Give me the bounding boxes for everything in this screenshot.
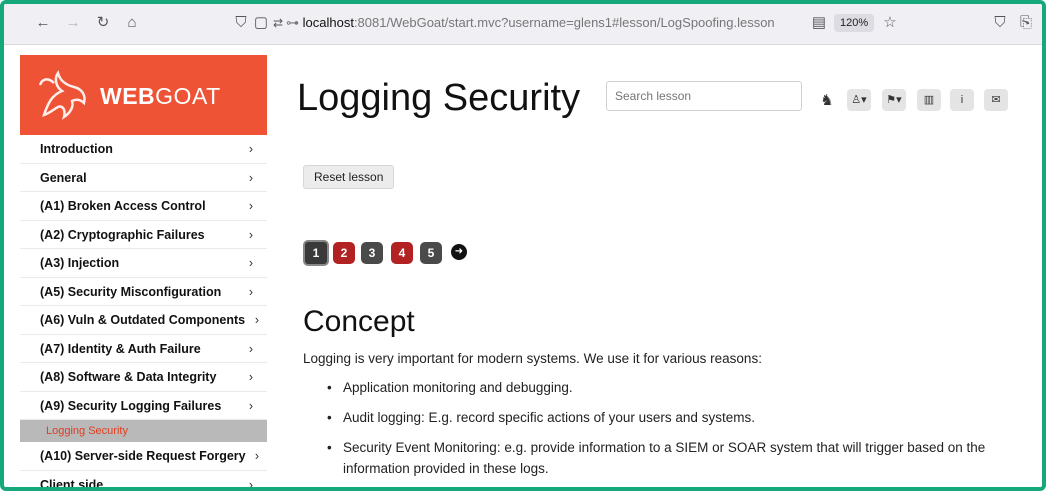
menu-item-label: (A10) Server-side Request Forgery [40, 449, 246, 463]
chevron-right-icon: › [248, 170, 253, 185]
language-flag-icon[interactable]: ⚑▾ [882, 89, 906, 111]
menu-item-label: Introduction [40, 142, 113, 156]
menu-item-introduction[interactable]: Introduction › [20, 135, 267, 164]
reader-icon[interactable]: ▤ [810, 12, 828, 34]
chevron-right-icon: › [248, 477, 253, 491]
chevron-right-icon: › [248, 370, 253, 384]
forward-icon[interactable]: → [62, 12, 84, 34]
menu-item-general[interactable]: General › [20, 164, 267, 192]
pocket-icon[interactable]: ⛉ [990, 12, 1010, 34]
browser-toolbar: ← → ↻ ⌂ ⛉ ▢ ⇄ ⊶ localhost:8081/WebGoat/s… [4, 4, 1042, 45]
chevron-right-icon: › [248, 284, 253, 299]
goat-icon[interactable]: ♞ [815, 89, 839, 113]
menu-item-a3[interactable]: (A3) Injection › [20, 249, 267, 278]
page-title: Logging Security [297, 77, 581, 119]
url-host: localhost [302, 15, 354, 30]
menu-item-a5[interactable]: (A5) Security Misconfiguration › [20, 278, 267, 306]
user-menu-icon[interactable]: ♙▾ [847, 89, 871, 111]
key-icon: ⊶ [286, 15, 303, 30]
page-button-3[interactable]: 3 [361, 242, 383, 264]
shield-icon[interactable]: ⛉ [232, 12, 250, 34]
logo-text: WEBGOAT [100, 83, 221, 110]
url-bar[interactable]: ⊶ localhost:8081/WebGoat/start.mvc?usern… [286, 12, 806, 34]
chevron-right-icon: › [248, 398, 253, 413]
main-content: Logging Security ♞ ♙▾ ⚑▾ ▥ i ✉ Reset les… [267, 55, 1042, 487]
menu-item-a2[interactable]: (A2) Cryptographic Failures › [20, 221, 267, 249]
list-item: Audit logging: E.g. record specific acti… [327, 407, 1027, 428]
page-button-2[interactable]: 2 [333, 242, 355, 264]
menu-item-label: (A8) Software & Data Integrity [40, 370, 217, 384]
lesson-menu: Introduction › General › (A1) Broken Acces… [20, 135, 267, 491]
logo-text-bold: WEB [100, 83, 156, 109]
menu-item-label: Client side [40, 477, 104, 491]
menu-item-a10[interactable]: (A10) Server-side Request Forgery › [20, 442, 267, 471]
contact-icon[interactable]: ✉ [984, 89, 1008, 111]
webgoat-logo[interactable]: WEBGOAT [20, 55, 267, 135]
chevron-right-icon: › [248, 142, 253, 156]
home-icon[interactable]: ⌂ [121, 12, 143, 34]
list-item: Security Event Monitoring: e.g. provide … [327, 437, 1027, 479]
back-icon[interactable]: ← [32, 12, 54, 34]
menu-item-label: (A3) Injection [40, 256, 120, 270]
chevron-right-icon: › [254, 449, 259, 463]
reload-icon[interactable]: ↻ [92, 12, 114, 34]
menu-item-label: (A5) Security Misconfiguration [40, 284, 222, 299]
menu-item-a9[interactable]: (A9) Security Logging Failures › [20, 392, 267, 420]
screenshot-frame: ← → ↻ ⌂ ⛉ ▢ ⇄ ⊶ localhost:8081/WebGoat/s… [0, 0, 1046, 491]
menu-item-a7[interactable]: (A7) Identity & Auth Failure › [20, 335, 267, 363]
menu-item-client-side[interactable]: Client side › [20, 471, 267, 491]
page-icon[interactable]: ▢ [252, 12, 270, 34]
menu-item-a1[interactable]: (A1) Broken Access Control › [20, 192, 267, 221]
chevron-right-icon: › [248, 256, 253, 270]
submenu-item-logging-security[interactable]: Logging Security [20, 420, 267, 442]
page-button-1[interactable]: 1 [303, 240, 329, 266]
page-button-5[interactable]: 5 [420, 242, 442, 264]
star-icon[interactable]: ☆ [880, 12, 900, 34]
chevron-right-icon: › [254, 313, 259, 327]
chevron-right-icon: › [248, 199, 253, 213]
menu-item-label: General [40, 170, 87, 185]
menu-item-a6[interactable]: (A6) Vuln & Outdated Components › [20, 306, 267, 335]
reasons-list: Application monitoring and debugging. Au… [327, 377, 1027, 487]
goat-icon [38, 69, 86, 120]
reset-lesson-button[interactable]: Reset lesson [303, 165, 395, 189]
menu-item-label: (A1) Broken Access Control [40, 199, 206, 213]
chevron-right-icon: › [248, 341, 253, 356]
menu-item-label: (A7) Identity & Auth Failure [40, 341, 201, 356]
intro-paragraph: Logging is very important for modern sys… [303, 351, 762, 366]
menu-item-label: (A6) Vuln & Outdated Components [40, 313, 246, 327]
menu-item-label: (A2) Cryptographic Failures [40, 227, 205, 242]
report-card-icon[interactable]: ▥ [917, 89, 941, 111]
menu-item-a8[interactable]: (A8) Software & Data Integrity › [20, 363, 267, 392]
menu-item-label: (A9) Security Logging Failures [40, 398, 222, 413]
sidebar: WEBGOAT Introduction › General › (A1) Brok… [20, 55, 268, 491]
section-heading: Concept [303, 305, 415, 338]
logo-text-light: GOAT [155, 83, 221, 109]
search-input[interactable] [606, 81, 802, 111]
page-button-4[interactable]: 4 [391, 242, 413, 264]
list-item: Application monitoring and debugging. [327, 377, 1027, 398]
url-path: :8081/WebGoat/start.mvc?username=glens1#… [353, 15, 775, 30]
permissions-icon[interactable]: ⇄ [270, 12, 286, 34]
zoom-level[interactable]: 120% [834, 14, 875, 32]
about-icon[interactable]: i [950, 89, 974, 111]
extensions-icon[interactable]: ⎘ [1016, 12, 1036, 34]
next-arrow-icon[interactable]: ➜ [451, 244, 467, 260]
chevron-right-icon: › [248, 227, 253, 242]
